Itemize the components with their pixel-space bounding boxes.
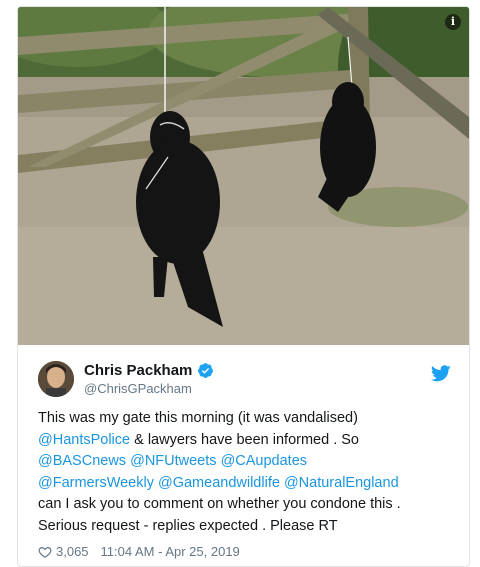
tweet-line-1: This was my gate this morning (it was va… <box>38 410 358 426</box>
mention-naturalengland[interactable]: @NaturalEngland <box>284 475 399 491</box>
verified-badge-icon <box>198 363 214 378</box>
twitter-bird-icon[interactable] <box>431 365 451 382</box>
tweet-line-5: can I ask you to comment on whether you … <box>38 496 401 512</box>
like-count[interactable]: 3,065 <box>56 544 89 559</box>
tweet-line-2: @HantsPolice & lawyers have been informe… <box>38 430 456 452</box>
photo-illustration <box>18 7 469 345</box>
tweet-line-3: @BASCnews @NFUtweets @CAupdates <box>38 451 456 473</box>
heart-icon[interactable] <box>38 545 52 559</box>
avatar-image <box>38 361 74 397</box>
tweet-body: Chris Packham @ChrisGPackham This was my… <box>18 345 469 566</box>
mention-hantspolice[interactable]: @HantsPolice <box>38 432 130 448</box>
mention-caupdates[interactable]: @CAupdates <box>221 453 307 469</box>
tweet-timestamp[interactable]: 11:04 AM - Apr 25, 2019 <box>101 544 240 559</box>
tweet-text: This was my gate this morning (it was va… <box>38 408 456 537</box>
avatar[interactable] <box>38 361 74 397</box>
author-name[interactable]: Chris Packham <box>84 362 192 379</box>
tweet-line-4: @FarmersWeekly @Gameandwildlife @Natural… <box>38 473 456 495</box>
mention-gameandwildlife[interactable]: @Gameandwildlife <box>158 475 280 491</box>
tweet-footer: 3,065 11:04 AM - Apr 25, 2019 <box>38 544 240 559</box>
mention-nfutweets[interactable]: @NFUtweets <box>130 453 216 469</box>
mention-bascnews[interactable]: @BASCnews <box>38 453 126 469</box>
tweet-photo[interactable]: i <box>18 7 469 345</box>
author-name-row: Chris Packham <box>84 362 214 379</box>
info-icon[interactable]: i <box>445 14 461 30</box>
author-handle[interactable]: @ChrisGPackham <box>84 381 192 396</box>
embedded-tweet-card: i Chris Packham @ChrisGPackham This was … <box>17 6 470 567</box>
tweet-line-2-text: & lawyers have been informed . So <box>130 431 359 448</box>
mention-farmersweekly[interactable]: @FarmersWeekly <box>38 475 154 491</box>
tweet-line-6: Serious request - replies expected . Ple… <box>38 517 338 534</box>
